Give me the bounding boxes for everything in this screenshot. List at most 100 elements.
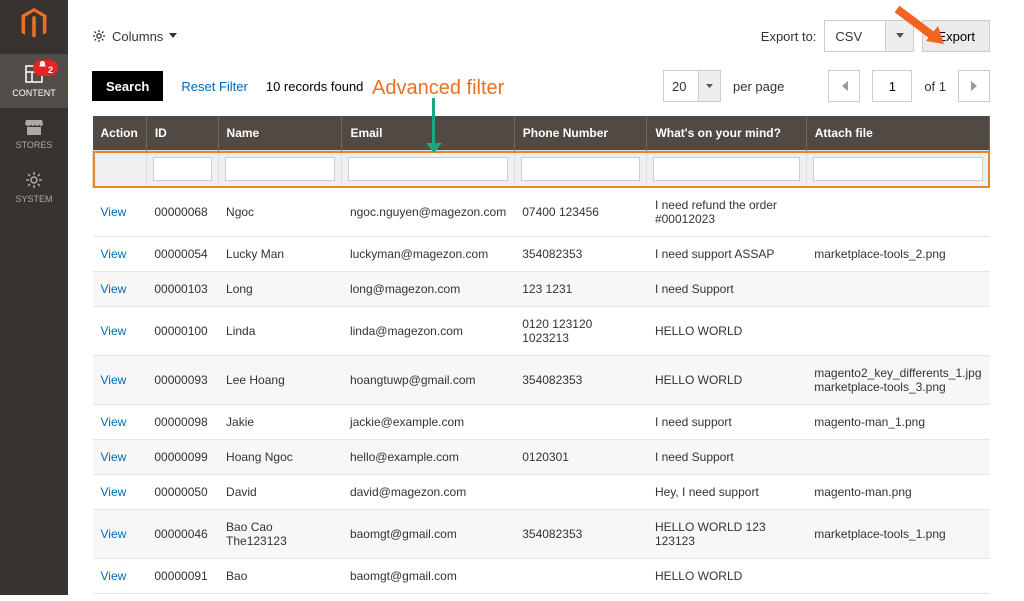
filter-id-input[interactable] [153, 157, 212, 181]
view-link[interactable]: View [101, 415, 127, 429]
cell-name: David [218, 475, 342, 510]
filter-name-input[interactable] [225, 157, 336, 181]
cell-id: 00000050 [146, 475, 218, 510]
filter-row [93, 151, 990, 188]
table-row: View00000050Daviddavid@magezon.comHey, I… [93, 475, 990, 510]
chevron-down-icon [169, 33, 177, 39]
next-page-button[interactable] [958, 70, 990, 102]
cell-mind: HELLO WORLD [647, 307, 806, 356]
filter-mind-input[interactable] [653, 157, 799, 181]
cell-mind: I need Support [647, 272, 806, 307]
filter-attach-input[interactable] [813, 157, 983, 181]
col-attach[interactable]: Attach file [806, 116, 989, 151]
export-format-select[interactable]: CSV [824, 20, 914, 52]
page-input[interactable] [872, 70, 912, 102]
notification-badge: 2 [33, 60, 58, 76]
cell-attach: magento2_key_differents_1.jpg marketplac… [806, 356, 989, 405]
export-label: Export to: [761, 29, 817, 44]
col-name[interactable]: Name [218, 116, 342, 151]
table-row: View00000103Longlong@magezon.com123 1231… [93, 272, 990, 307]
cell-attach: magento-man_1.png [806, 405, 989, 440]
cell-mind: I need refund the order #00012023 [647, 188, 806, 237]
cell-email: luckyman@magezon.com [342, 237, 514, 272]
cell-attach: marketplace-tools_1.png [806, 510, 989, 559]
cell-id: 00000054 [146, 237, 218, 272]
prev-page-button[interactable] [828, 70, 860, 102]
cell-attach [806, 559, 989, 594]
cell-phone: 354082353 [514, 356, 647, 405]
cell-attach [806, 440, 989, 475]
main-content: Columns Export to: CSV Export Search Res… [68, 0, 1014, 595]
per-page-label: per page [733, 79, 784, 94]
cell-name: Jakie [218, 405, 342, 440]
cell-mind: HELLO WORLD [647, 559, 806, 594]
gear-icon [92, 29, 106, 43]
nav-system[interactable]: SYSTEM [0, 160, 68, 214]
cell-email: baomgt@gmail.com [342, 510, 514, 559]
table-row: View00000054Lucky Manluckyman@magezon.co… [93, 237, 990, 272]
cell-id: 00000099 [146, 440, 218, 475]
cell-phone: 123 1231 [514, 272, 647, 307]
view-link[interactable]: View [101, 324, 127, 338]
cell-phone [514, 475, 647, 510]
gear-icon [24, 170, 44, 190]
cell-phone: 0120301 [514, 440, 647, 475]
magento-logo [18, 8, 50, 40]
filter-email-input[interactable] [348, 157, 507, 181]
cell-email: baomgt@gmail.com [342, 559, 514, 594]
view-link[interactable]: View [101, 450, 127, 464]
view-link[interactable]: View [101, 247, 127, 261]
records-table: Action ID Name Email Phone Number What's… [92, 116, 990, 594]
col-mind[interactable]: What's on your mind? [647, 116, 806, 151]
view-link[interactable]: View [101, 282, 127, 296]
records-count: 10 records found [266, 79, 364, 94]
cell-mind: I need support ASSAP [647, 237, 806, 272]
export-button[interactable]: Export [922, 20, 990, 52]
cell-name: Linda [218, 307, 342, 356]
search-button[interactable]: Search [92, 71, 163, 101]
store-icon [24, 118, 44, 136]
columns-label: Columns [112, 29, 163, 44]
cell-id: 00000091 [146, 559, 218, 594]
cell-mind: Hey, I need support [647, 475, 806, 510]
table-row: View00000068Ngocngoc.nguyen@magezon.com0… [93, 188, 990, 237]
cell-email: hoangtuwp@gmail.com [342, 356, 514, 405]
nav-label: SYSTEM [15, 194, 52, 204]
cell-mind: I need Support [647, 440, 806, 475]
nav-stores[interactable]: STORES [0, 108, 68, 160]
cell-phone [514, 559, 647, 594]
table-row: View00000093Lee Hoanghoangtuwp@gmail.com… [93, 356, 990, 405]
cell-mind: I need support [647, 405, 806, 440]
cell-email: jackie@example.com [342, 405, 514, 440]
view-link[interactable]: View [101, 373, 127, 387]
view-link[interactable]: View [101, 569, 127, 583]
cell-id: 00000100 [146, 307, 218, 356]
cell-attach [806, 272, 989, 307]
col-email[interactable]: Email [342, 116, 514, 151]
table-row: View 00000091Baobaomgt@gmail.com HELLO WOR… [93, 559, 990, 594]
col-id[interactable]: ID [146, 116, 218, 151]
cell-attach [806, 307, 989, 356]
view-link[interactable]: View [101, 205, 127, 219]
view-link[interactable]: View [101, 485, 127, 499]
columns-button[interactable]: Columns [92, 29, 177, 44]
cell-phone: 354082353 [514, 237, 647, 272]
col-action[interactable]: Action [93, 116, 147, 151]
col-phone[interactable]: Phone Number [514, 116, 647, 151]
cell-id: 00000068 [146, 188, 218, 237]
chevron-down-icon [706, 84, 713, 89]
filter-phone-input[interactable] [521, 157, 641, 181]
cell-attach: magento-man.png [806, 475, 989, 510]
cell-name: Bao [218, 559, 342, 594]
nav-content[interactable]: CONTENT 2 [0, 54, 68, 108]
cell-attach [806, 188, 989, 237]
per-page-select[interactable]: 20 [663, 70, 721, 102]
cell-email: hello@example.com [342, 440, 514, 475]
page-total: of 1 [924, 79, 946, 94]
view-link[interactable]: View [101, 527, 127, 541]
reset-filter-button[interactable]: Reset Filter [181, 79, 247, 94]
cell-name: Ngoc [218, 188, 342, 237]
cell-mind: HELLO WORLD [647, 356, 806, 405]
cell-phone: 07400 123456 [514, 188, 647, 237]
cell-name: Hoang Ngoc [218, 440, 342, 475]
